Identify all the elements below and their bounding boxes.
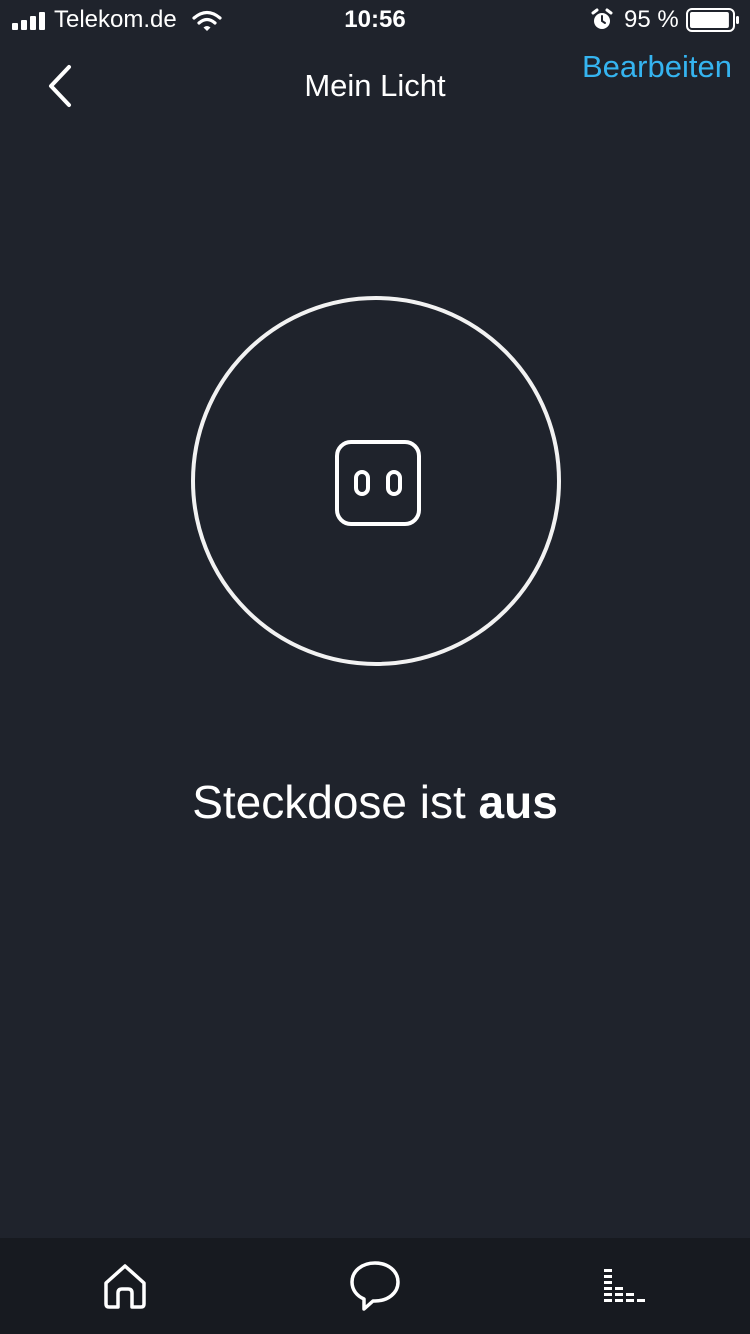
tab-devices[interactable] [597, 1258, 653, 1314]
alarm-icon [591, 8, 613, 29]
power-socket-icon [335, 440, 421, 526]
edit-button[interactable]: Bearbeiten [582, 48, 732, 86]
home-icon [104, 1264, 146, 1309]
tab-communicate[interactable] [347, 1258, 403, 1314]
tab-bar [0, 1238, 750, 1334]
device-screen: Telekom.de 10:56 95 % Mein Licht Bearbei… [0, 0, 750, 1334]
power-toggle-button[interactable] [191, 296, 561, 666]
battery-icon [686, 8, 739, 32]
chat-bubble-icon [350, 1261, 400, 1311]
devices-icon [604, 1269, 645, 1302]
navigation-header: Mein Licht Bearbeiten [0, 40, 750, 132]
tab-home[interactable] [97, 1258, 153, 1314]
status-bar: Telekom.de 10:56 95 % [0, 0, 750, 40]
status-value: aus [478, 776, 558, 828]
battery-percentage: 95 % [624, 6, 679, 33]
device-status-text: Steckdose ist aus [0, 772, 750, 832]
status-prefix: Steckdose ist [192, 776, 479, 828]
